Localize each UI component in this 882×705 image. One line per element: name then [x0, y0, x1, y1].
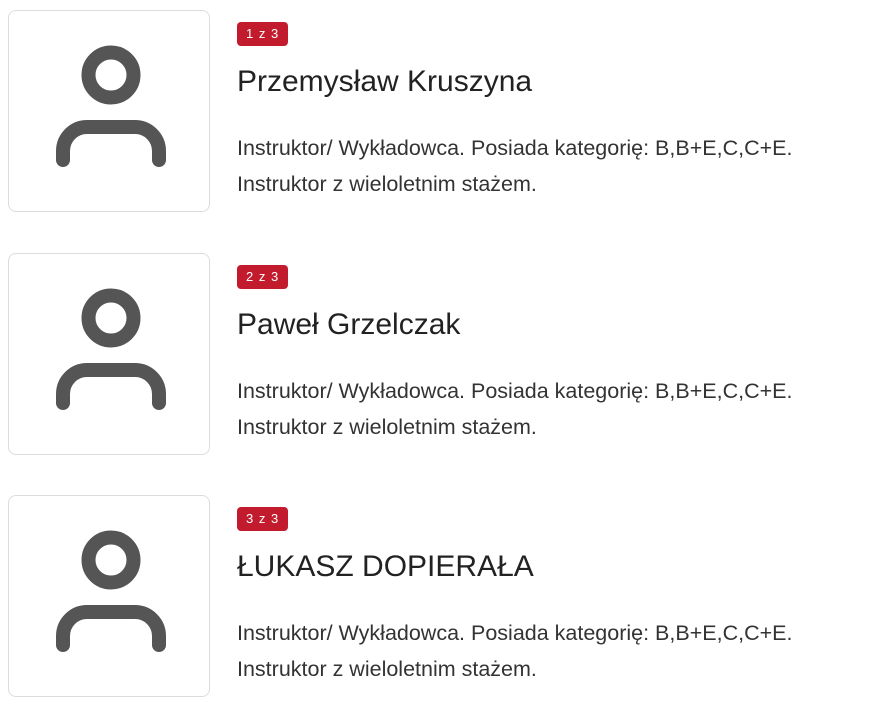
instructor-description: Instruktor/ Wykładowca. Posiada kategori… — [237, 379, 793, 439]
instructor-card: 1 z 3 Przemysław Kruszyna Instruktor/ Wy… — [0, 10, 882, 220]
position-badge: 2 z 3 — [237, 265, 289, 289]
user-icon — [56, 288, 166, 410]
user-icon — [56, 45, 166, 167]
position-badge: 3 z 3 — [237, 507, 289, 531]
instructor-list: 1 z 3 Przemysław Kruszyna Instruktor/ Wy… — [0, 0, 882, 697]
avatar — [8, 495, 210, 697]
position-badge: 1 z 3 — [237, 22, 289, 46]
instructor-description: Instruktor/ Wykładowca. Posiada kategori… — [237, 136, 793, 196]
user-icon — [56, 530, 166, 652]
avatar — [8, 10, 210, 212]
instructor-name: Paweł Grzelczak — [237, 308, 461, 341]
instructor-card: 2 z 3 Paweł Grzelczak Instruktor/ Wykład… — [0, 253, 882, 463]
avatar — [8, 253, 210, 455]
instructor-description: Instruktor/ Wykładowca. Posiada kategori… — [237, 621, 793, 681]
instructor-name: ŁUKASZ DOPIERAŁA — [237, 550, 534, 583]
instructor-name: Przemysław Kruszyna — [237, 65, 533, 98]
instructor-card: 3 z 3 ŁUKASZ DOPIERAŁA Instruktor/ Wykła… — [0, 495, 882, 705]
